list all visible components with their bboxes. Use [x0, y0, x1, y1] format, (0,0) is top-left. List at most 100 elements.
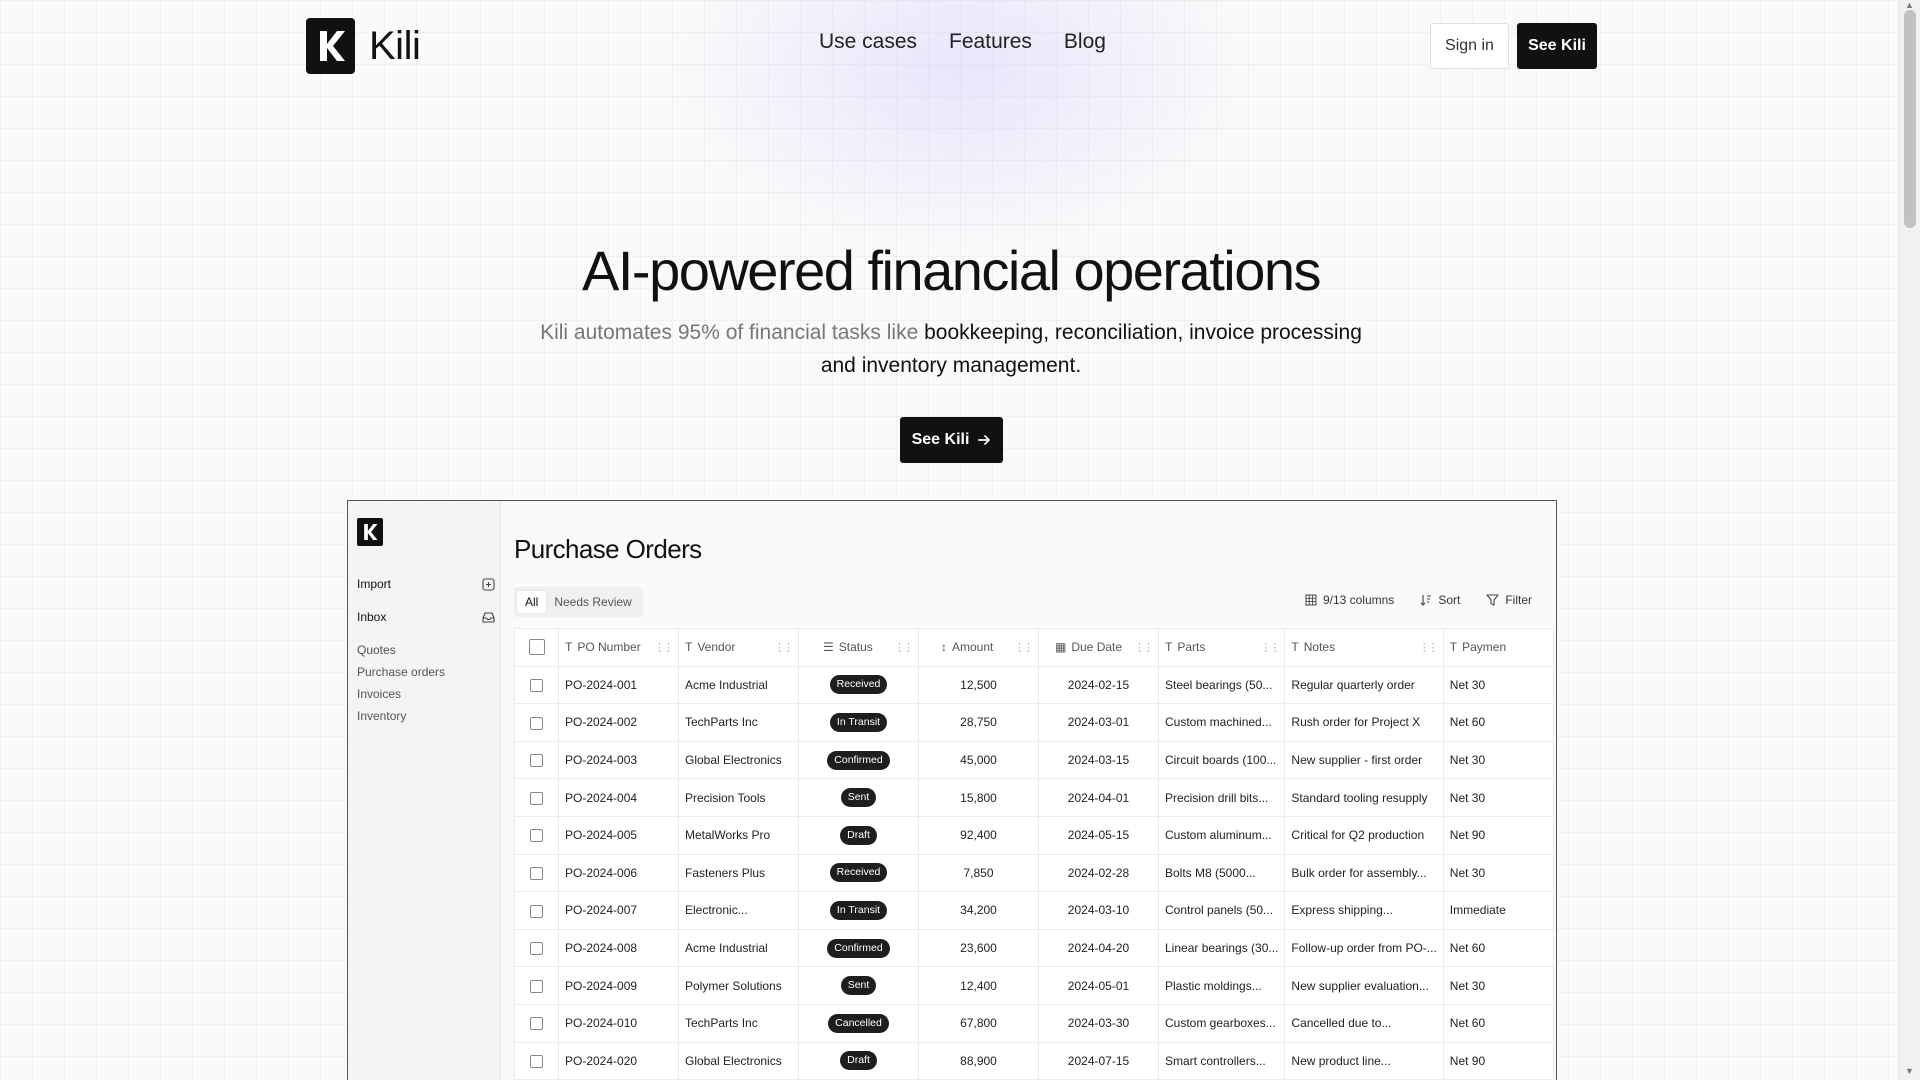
notes-cell[interactable]: Follow-up order from PO-... [1284, 928, 1444, 968]
column-header-status[interactable]: ☰ Status ⋮⋮ [798, 628, 919, 667]
sidebar-item-invoices[interactable]: Invoices [357, 687, 401, 701]
amount-cell[interactable]: 7,850 [918, 853, 1039, 893]
row-checkbox[interactable] [530, 979, 543, 993]
tab-needs-review[interactable]: Needs Review [546, 591, 639, 613]
status-cell[interactable]: Draft [798, 815, 919, 855]
vendor-cell[interactable]: TechParts Inc [678, 1003, 799, 1043]
parts-cell[interactable]: Plastic moldings... [1157, 966, 1286, 1005]
columns-button[interactable]: 9/13 columns [1305, 593, 1394, 607]
amount-cell[interactable]: 92,400 [918, 815, 1039, 855]
table-row[interactable]: PO-2024-009 Polymer Solutions Sent 12,400 20… [514, 966, 1554, 1005]
row-checkbox[interactable] [530, 867, 543, 881]
vendor-cell[interactable]: MetalWorks Pro [678, 815, 799, 855]
nav-link-features[interactable]: Features [949, 30, 1032, 54]
table-row[interactable]: PO-2024-005 MetalWorks Pro Draft 92,400 2024… [514, 815, 1554, 855]
status-cell[interactable]: Sent [798, 778, 919, 817]
drag-handle-icon[interactable]: ⋮⋮ [894, 641, 914, 654]
parts-cell[interactable]: Circuit boards (100... [1157, 740, 1286, 780]
brand-logo[interactable]: Kili [306, 18, 421, 74]
payment-cell[interactable]: Net 30 [1442, 740, 1554, 780]
status-cell[interactable]: Received [798, 853, 919, 893]
status-cell[interactable]: Cancelled [798, 1003, 919, 1043]
po-number-cell[interactable]: PO-2024-007 [558, 891, 679, 930]
due-date-cell[interactable]: 2024-07-15 [1038, 1041, 1159, 1080]
payment-cell[interactable]: Net 30 [1442, 665, 1554, 705]
status-cell[interactable]: Received [798, 665, 919, 705]
vendor-cell[interactable]: Acme Industrial [678, 665, 799, 705]
due-date-cell[interactable]: 2024-04-20 [1038, 928, 1159, 968]
amount-cell[interactable]: 12,400 [918, 966, 1039, 1005]
payment-cell[interactable]: Net 30 [1442, 966, 1554, 1005]
table-row[interactable]: PO-2024-006 Fasteners Plus Received 7,850 20… [514, 853, 1554, 893]
status-cell[interactable]: Sent [798, 966, 919, 1005]
column-header-amount[interactable]: ↕ Amount ⋮⋮ [918, 628, 1039, 667]
sidebar-item-purchase-orders[interactable]: Purchase orders [357, 665, 445, 679]
app-logo-icon[interactable] [357, 518, 383, 546]
due-date-cell[interactable]: 2024-05-15 [1038, 815, 1159, 855]
payment-cell[interactable]: Net 90 [1442, 1041, 1554, 1080]
column-header-payment[interactable]: T Paymen [1442, 628, 1554, 667]
column-header-parts[interactable]: T Parts ⋮⋮ [1157, 628, 1286, 667]
payment-cell[interactable]: Immediate [1442, 891, 1554, 930]
see-kili-hero-button[interactable]: See Kili [900, 417, 1003, 463]
status-cell[interactable]: Confirmed [798, 740, 919, 780]
table-row[interactable]: PO-2024-008 Acme Industrial Confirmed 23,60… [514, 928, 1554, 968]
po-number-cell[interactable]: PO-2024-003 [558, 740, 679, 780]
due-date-cell[interactable]: 2024-03-10 [1038, 891, 1159, 930]
nav-link-use-cases[interactable]: Use cases [819, 30, 917, 54]
scroll-down-icon[interactable]: ▼ [1905, 1066, 1914, 1076]
due-date-cell[interactable]: 2024-03-15 [1038, 740, 1159, 780]
amount-cell[interactable]: 67,800 [918, 1003, 1039, 1043]
amount-cell[interactable]: 45,000 [918, 740, 1039, 780]
drag-handle-icon[interactable]: ⋮⋮ [774, 641, 794, 654]
table-row[interactable]: PO-2024-003 Global Electronics Confirmed 45… [514, 740, 1554, 780]
notes-cell[interactable]: Standard tooling resupply [1284, 778, 1444, 817]
row-checkbox[interactable] [530, 716, 543, 730]
po-number-cell[interactable]: PO-2024-001 [558, 665, 679, 705]
status-cell[interactable]: Confirmed [798, 928, 919, 968]
sidebar-item-inbox[interactable]: Inbox [357, 610, 495, 624]
see-kili-nav-button[interactable]: See Kili [1517, 23, 1597, 69]
po-number-cell[interactable]: PO-2024-005 [558, 815, 679, 855]
amount-cell[interactable]: 23,600 [918, 928, 1039, 968]
po-number-cell[interactable]: PO-2024-010 [558, 1003, 679, 1043]
amount-cell[interactable]: 12,500 [918, 665, 1039, 705]
column-header-po-number[interactable]: T PO Number ⋮⋮ [558, 628, 679, 667]
sidebar-item-import[interactable]: Import [357, 577, 495, 591]
amount-cell[interactable]: 28,750 [918, 703, 1039, 742]
sort-button[interactable]: Sort [1420, 593, 1460, 607]
drag-handle-icon[interactable]: ⋮⋮ [1134, 641, 1154, 654]
vendor-cell[interactable]: Precision Tools [678, 778, 799, 817]
parts-cell[interactable]: Control panels (50... [1157, 891, 1286, 930]
table-row[interactable]: PO-2024-001 Acme Industrial Received 12,500… [514, 665, 1554, 705]
table-row[interactable]: PO-2024-004 Precision Tools Sent 15,800 2024… [514, 778, 1554, 817]
amount-cell[interactable]: 15,800 [918, 778, 1039, 817]
due-date-cell[interactable]: 2024-05-01 [1038, 966, 1159, 1005]
vendor-cell[interactable]: Electronic... [678, 891, 799, 930]
payment-cell[interactable]: Net 30 [1442, 853, 1554, 893]
po-number-cell[interactable]: PO-2024-008 [558, 928, 679, 968]
row-checkbox[interactable] [530, 754, 543, 768]
row-checkbox[interactable] [530, 791, 543, 805]
filter-button[interactable]: Filter [1486, 593, 1532, 607]
po-number-cell[interactable]: PO-2024-004 [558, 778, 679, 817]
row-checkbox[interactable] [530, 942, 543, 956]
notes-cell[interactable]: Cancelled due to... [1284, 1003, 1444, 1043]
po-number-cell[interactable]: PO-2024-002 [558, 703, 679, 742]
amount-cell[interactable]: 34,200 [918, 891, 1039, 930]
po-number-cell[interactable]: PO-2024-006 [558, 853, 679, 893]
status-cell[interactable]: In Transit [798, 891, 919, 930]
page-scrollbar[interactable]: ▲ ▼ [1898, 0, 1920, 1080]
column-header-vendor[interactable]: T Vendor ⋮⋮ [678, 628, 799, 667]
nav-link-blog[interactable]: Blog [1064, 30, 1106, 54]
row-checkbox[interactable] [530, 829, 543, 843]
row-checkbox[interactable] [530, 1054, 543, 1068]
drag-handle-icon[interactable]: ⋮⋮ [1014, 641, 1034, 654]
parts-cell[interactable]: Custom gearboxes... [1157, 1003, 1286, 1043]
notes-cell[interactable]: Critical for Q2 production [1284, 815, 1444, 855]
column-header-due-date[interactable]: ▦ Due Date ⋮⋮ [1038, 628, 1159, 667]
notes-cell[interactable]: Bulk order for assembly... [1284, 853, 1444, 893]
table-row[interactable]: PO-2024-002 TechParts Inc In Transit 28,750… [514, 703, 1554, 742]
notes-cell[interactable]: New supplier evaluation... [1284, 966, 1444, 1005]
table-row[interactable]: PO-2024-020 Global Electronics Draft 88,900… [514, 1041, 1554, 1080]
